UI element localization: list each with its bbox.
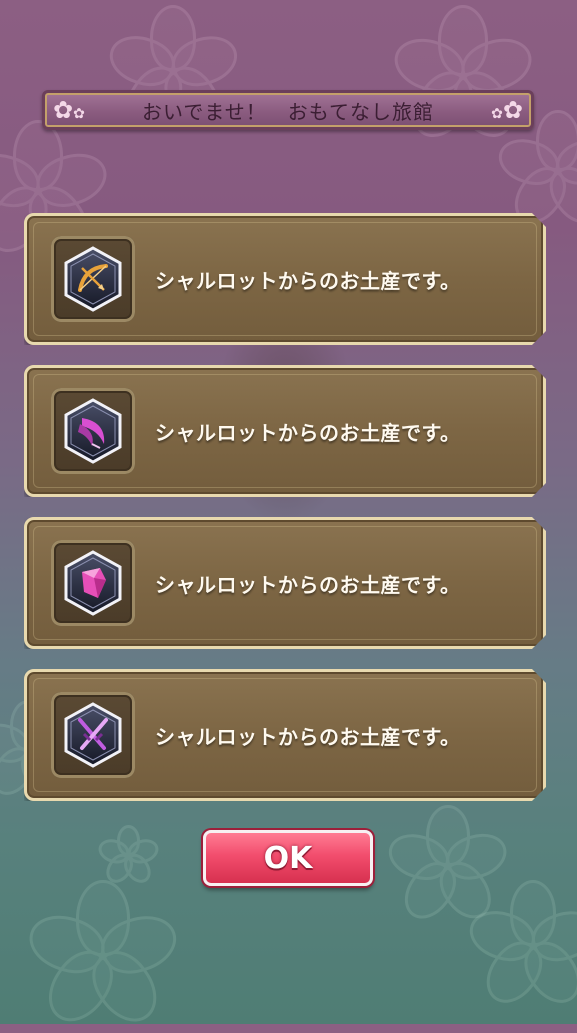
title-banner: ✿✿ おいでませ！ おもてなし旅館 ✿✿ xyxy=(42,90,534,130)
petal-shape xyxy=(536,110,577,171)
petal-shape xyxy=(525,903,577,969)
item-icon-frame xyxy=(51,540,135,626)
blossom-decoration xyxy=(463,880,577,1014)
petal-shape xyxy=(514,932,577,1014)
petal-shape xyxy=(118,849,156,888)
petal-shape xyxy=(509,880,557,946)
gift-message: シャルロットからのお土産です。 xyxy=(155,420,461,445)
petal-shape xyxy=(463,903,541,969)
petal-shape xyxy=(36,940,125,1033)
petal-shape xyxy=(165,28,244,94)
petal-shape xyxy=(103,28,181,94)
item-icon-frame xyxy=(51,692,135,778)
crescent-blade-icon xyxy=(62,398,124,464)
item-icon-frame xyxy=(51,236,135,322)
petal-shape xyxy=(12,120,64,191)
bow-arrow-icon xyxy=(62,246,124,312)
petal-shape xyxy=(116,825,140,856)
item-icon-frame xyxy=(51,388,135,474)
gift-message: シャルロットからのお土産です。 xyxy=(155,572,461,597)
petal-shape xyxy=(394,853,466,929)
page-title: おいでませ！ おもてなし旅館 xyxy=(142,99,434,124)
gift-panel: シャルロットからのお土産です。 xyxy=(24,213,546,345)
petal-shape xyxy=(149,5,197,71)
petal-shape xyxy=(0,145,46,215)
petal-shape xyxy=(124,835,162,867)
petal-shape xyxy=(22,907,112,982)
gift-panel: シャルロットからのお土産です。 xyxy=(24,365,546,497)
petal-shape xyxy=(81,940,170,1033)
petal-shape xyxy=(475,932,552,1014)
petal-shape xyxy=(100,849,138,888)
gift-message: シャルロットからのお土産です。 xyxy=(155,268,461,293)
petal-shape xyxy=(30,145,114,215)
blossom-decoration xyxy=(22,880,184,1033)
gift-panel: シャルロットからのお土産です。 xyxy=(24,669,546,801)
petal-shape xyxy=(430,853,502,929)
pink-crystal-icon xyxy=(62,550,124,616)
crossed-swords-icon xyxy=(62,702,124,768)
petal-shape xyxy=(441,826,513,887)
petal-shape xyxy=(540,158,577,234)
ok-button[interactable]: OK xyxy=(203,830,373,886)
petal-shape xyxy=(76,880,130,956)
gift-panel: シャルロットからのお土産です。 xyxy=(24,517,546,649)
petal-shape xyxy=(383,826,455,887)
petal-shape xyxy=(551,131,577,192)
petal-shape xyxy=(94,835,132,867)
gift-message: シャルロットからのお土産です。 xyxy=(155,724,461,749)
petal-shape xyxy=(94,907,184,982)
blossom-decoration xyxy=(94,825,162,888)
petal-shape xyxy=(493,131,565,192)
petal-shape xyxy=(426,805,470,866)
blossom-decoration xyxy=(383,805,513,929)
petal-shape xyxy=(437,5,489,76)
sakura-icon: ✿✿ xyxy=(491,96,523,124)
